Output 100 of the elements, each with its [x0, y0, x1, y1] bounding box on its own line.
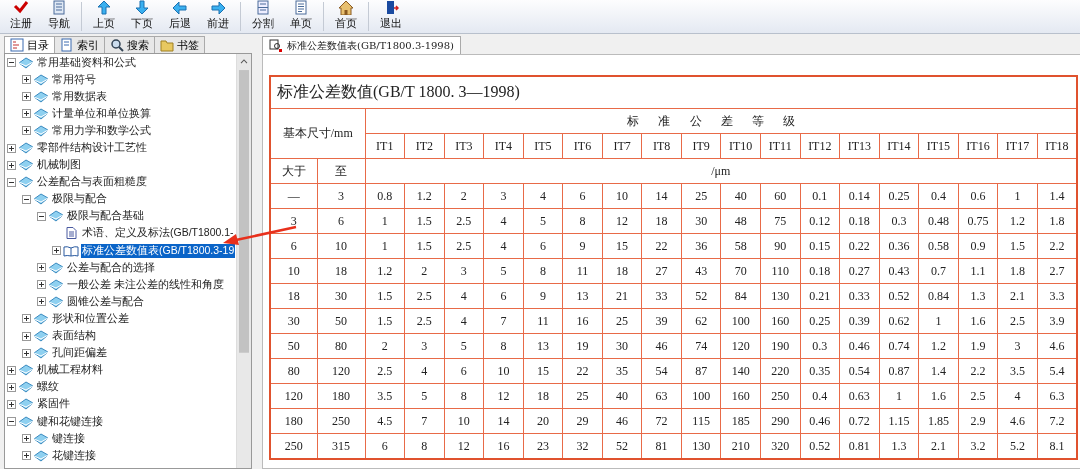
tree-item[interactable]: 螺纹 [36, 380, 60, 395]
table-cell: 0.18 [800, 258, 840, 284]
column-header: IT4 [483, 133, 524, 159]
table-cell: 2.5 [365, 358, 405, 384]
expand-icon[interactable] [7, 382, 16, 392]
toolbar-button[interactable]: 注册 [2, 0, 40, 33]
toolbar-button[interactable]: 上页 [85, 0, 123, 33]
toolbar-button[interactable]: 前进 [199, 0, 237, 33]
tree-item[interactable]: 圆锥公差与配合 [66, 294, 145, 309]
tree-item[interactable]: 机械工程材料 [36, 363, 104, 378]
tree-item[interactable]: 极限与配合 [51, 192, 108, 207]
table-cell: 120 [317, 358, 365, 384]
book-icon [33, 193, 49, 206]
table-cell: 3 [317, 183, 365, 209]
table-cell: 2.5 [444, 208, 484, 234]
table-cell: 22 [562, 358, 603, 384]
column-header: IT16 [958, 133, 998, 159]
table-cell: 25 [681, 183, 721, 209]
sidebar-tab[interactable]: 搜索 [104, 36, 155, 53]
page-icon [63, 227, 79, 240]
tree-item[interactable]: 机械制图 [36, 158, 82, 173]
table-cell: 3.5 [997, 358, 1038, 384]
tree-item[interactable]: 公差配合与表面粗糙度 [36, 175, 148, 190]
table-cell: 20 [523, 408, 563, 434]
table-cell: 115 [681, 408, 721, 434]
table-cell: 52 [681, 283, 721, 309]
collapse-icon[interactable] [7, 177, 16, 187]
tree-item[interactable]: 标准公差数值表(GB/T1800.3-19 [81, 243, 236, 258]
table-cell: 10 [270, 258, 317, 284]
column-header: IT7 [602, 133, 642, 159]
expand-icon[interactable] [22, 331, 31, 341]
tree-item[interactable]: 常用基础资料和公式 [36, 55, 137, 70]
column-header: IT10 [720, 133, 761, 159]
tree-item[interactable]: 形状和位置公差 [51, 311, 130, 326]
collapse-icon[interactable] [7, 58, 16, 68]
book-icon [18, 364, 34, 377]
tree-item[interactable]: 计量单位和单位换算 [51, 106, 152, 121]
tree-item[interactable]: 常用符号 [51, 72, 97, 87]
tree-item[interactable]: 术语、定义及标法(GB/T1800.1- [81, 226, 235, 241]
expand-icon[interactable] [7, 365, 16, 375]
expand-icon[interactable] [37, 263, 46, 273]
table-cell: 33 [641, 283, 682, 309]
table-cell: 1 [997, 183, 1038, 209]
expand-icon[interactable] [22, 75, 31, 85]
book-icon [18, 398, 34, 411]
table-cell: 8 [444, 383, 484, 409]
tree-item[interactable]: 一般公差 未注公差的线性和角度 [66, 277, 225, 292]
table-cell: 18 [602, 258, 642, 284]
expand-icon[interactable] [22, 126, 31, 136]
table-cell: 30 [602, 333, 642, 359]
expand-icon[interactable] [22, 451, 31, 461]
tree-item[interactable]: 常用力学和数学公式 [51, 123, 152, 138]
expand-icon[interactable] [37, 297, 46, 307]
table-cell: 27 [641, 258, 682, 284]
expand-icon[interactable] [37, 280, 46, 290]
expand-icon[interactable] [22, 434, 31, 444]
expand-icon[interactable] [22, 314, 31, 324]
toolbar-button[interactable]: 后退 [161, 0, 199, 33]
tree-item[interactable]: 零部件结构设计工艺性 [36, 141, 148, 155]
tree-item[interactable]: 花键连接 [51, 448, 97, 463]
sidebar-tab[interactable]: 书签 [154, 36, 205, 53]
tree-item[interactable]: 键和花键连接 [36, 414, 104, 429]
table-cell: 220 [760, 358, 800, 384]
tree-item[interactable]: 公差与配合的选择 [66, 260, 156, 275]
book-icon [18, 56, 34, 69]
table-cell: 1.5 [404, 208, 445, 234]
expand-icon[interactable] [7, 143, 16, 153]
expand-icon[interactable] [22, 92, 31, 102]
check-icon [13, 0, 29, 15]
collapse-icon[interactable] [22, 194, 31, 204]
toolbar-button[interactable]: 退出 [372, 0, 410, 33]
toolbar-button[interactable]: 下页 [123, 0, 161, 33]
document-tab[interactable]: 标准公差数值表(GB/T1800.3-1998) [262, 36, 461, 54]
expand-icon[interactable] [22, 348, 31, 358]
expand-icon[interactable] [52, 246, 61, 256]
table-cell: 39 [641, 308, 682, 334]
table-cell: 1 [365, 208, 405, 234]
collapse-icon[interactable] [7, 417, 16, 426]
table-cell: 40 [602, 383, 642, 409]
expand-icon[interactable] [7, 160, 16, 170]
tree-item[interactable]: 表面结构 [51, 329, 97, 344]
toolbar-button[interactable]: 导航 [40, 0, 78, 33]
tree-item[interactable]: 极限与配合基础 [66, 209, 145, 224]
toolbar-button[interactable]: 单页 [282, 0, 320, 33]
tree-item[interactable]: 键连接 [51, 431, 86, 446]
tree-item[interactable]: 紧固件 [36, 397, 71, 412]
sidebar-tab[interactable]: 目录 [4, 36, 55, 53]
expand-icon[interactable] [7, 399, 16, 409]
tree-item[interactable]: 常用数据表 [51, 89, 108, 104]
table-cell: 19 [562, 333, 603, 359]
table-cell: 6 [317, 208, 365, 234]
collapse-icon[interactable] [37, 211, 46, 221]
table-cell: 25 [602, 308, 642, 334]
table-cell: 74 [681, 333, 721, 359]
toolbar-button[interactable]: 分割 [244, 0, 282, 33]
tree-item[interactable]: 孔间距偏差 [51, 346, 108, 361]
sidebar-tab[interactable]: 索引 [54, 36, 105, 53]
table-cell: 6 [523, 233, 563, 259]
expand-icon[interactable] [22, 109, 31, 119]
toolbar-button[interactable]: 首页 [327, 0, 365, 33]
